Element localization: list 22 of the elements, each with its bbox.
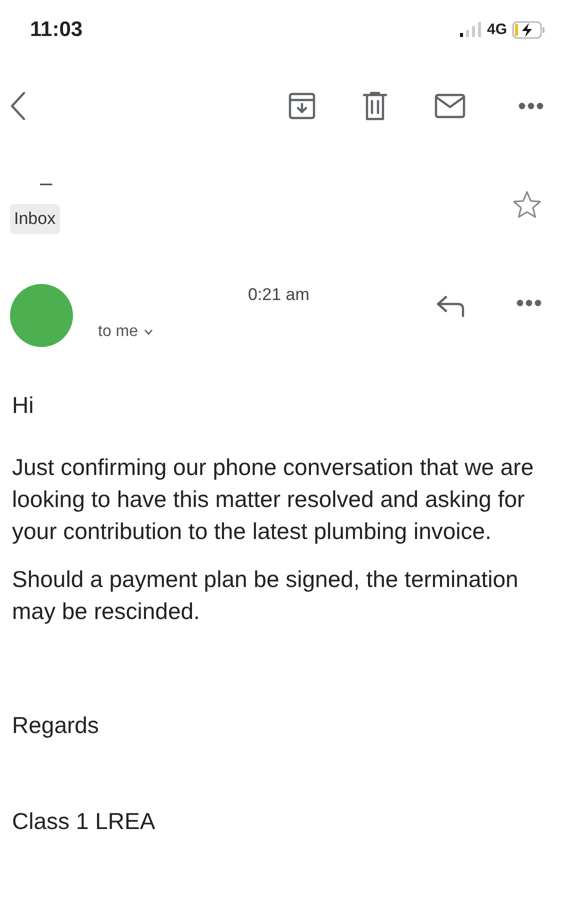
recipient-toggle[interactable]: to me (98, 320, 154, 344)
more-icon[interactable] (516, 298, 542, 306)
back-icon[interactable] (10, 91, 26, 121)
greeting-text: Hi (12, 390, 35, 420)
mail-icon[interactable] (434, 93, 466, 119)
closing-text: Regards (12, 710, 100, 740)
signal-icon (460, 22, 482, 38)
body-paragraph: Just confirming our phone conversation that we are looking to have this matter resolved and asking for your contribution to the latest plumbing invoice. (12, 452, 534, 546)
network-label: 4G (486, 20, 507, 40)
reply-icon[interactable] (436, 294, 466, 318)
signature-text: Class 1 LREA (12, 806, 156, 836)
archive-icon[interactable] (288, 92, 316, 120)
star-icon[interactable] (512, 190, 542, 220)
email-subject: – (40, 169, 52, 197)
battery-charging-icon (512, 21, 546, 39)
message-time: 0:21 am (248, 284, 310, 306)
trash-icon[interactable] (362, 91, 388, 121)
status-time: 11:03 (30, 17, 83, 44)
chevron-down-icon (144, 328, 154, 334)
body-paragraph: Should a payment plan be signed, the termination may be rescinded. (12, 564, 520, 626)
more-icon[interactable] (518, 102, 544, 110)
inbox-label[interactable]: Inbox (10, 204, 60, 234)
